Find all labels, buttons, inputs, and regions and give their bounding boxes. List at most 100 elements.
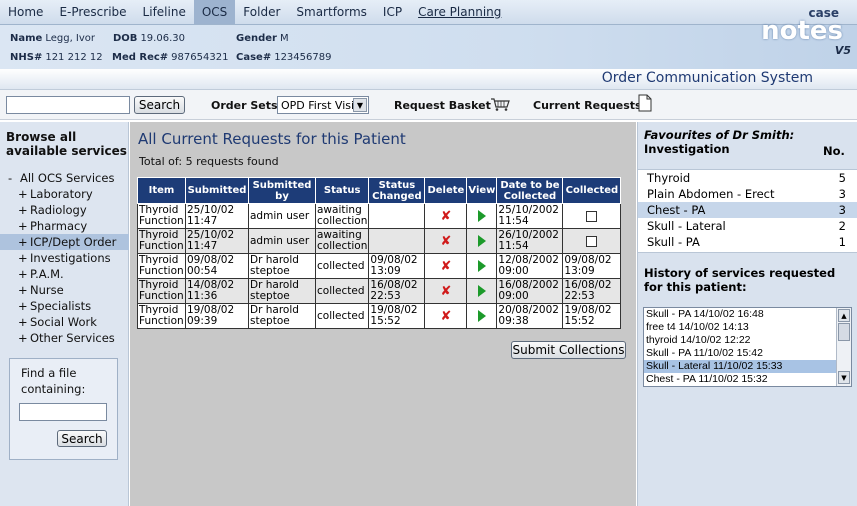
- browse-services-panel: Browse all available services - All OCS S…: [0, 122, 129, 506]
- nav-care-planning[interactable]: Care Planning: [410, 0, 509, 24]
- collected-checkbox[interactable]: [586, 235, 598, 247]
- col-submitted-by: Submitted by: [248, 177, 316, 204]
- tree-item-label: All OCS Services: [20, 171, 115, 185]
- favourite-item[interactable]: Thyroid 5: [638, 170, 857, 186]
- tree-item[interactable]: + Nurse: [0, 282, 129, 298]
- expand-icon[interactable]: +: [18, 282, 30, 298]
- nav-lifeline[interactable]: Lifeline: [135, 0, 194, 24]
- delete-icon[interactable]: ✘: [426, 235, 465, 248]
- request-basket-label[interactable]: Request Basket: [394, 99, 491, 112]
- view-arrow-icon[interactable]: [477, 235, 486, 247]
- history-item[interactable]: Skull - Lateral 11/10/02 15:33: [644, 360, 851, 373]
- view-arrow-icon[interactable]: [477, 260, 486, 272]
- cell-collected-line2: 15:52: [564, 315, 595, 327]
- tree-item[interactable]: + P.A.M.: [0, 266, 129, 282]
- cell-item-line2: Function: [139, 265, 184, 277]
- favourite-label: Plain Abdomen - Erect: [647, 187, 775, 201]
- collapse-icon[interactable]: -: [8, 170, 20, 186]
- order-sets-value: OPD First Visit: [281, 98, 359, 112]
- table-row: Thyroid Function 09/08/02 00:54 Dr harold ste…: [137, 253, 622, 279]
- nav-icp[interactable]: ICP: [375, 0, 410, 24]
- tree-item[interactable]: - All OCS Services: [0, 170, 129, 186]
- nav-smartforms[interactable]: Smartforms: [288, 0, 375, 24]
- favourite-item[interactable]: Skull - Lateral 2: [638, 218, 857, 234]
- cell-item: Thyroid Function: [137, 253, 186, 279]
- delete-icon[interactable]: ✘: [426, 260, 465, 273]
- view-arrow-icon[interactable]: [477, 310, 486, 322]
- cell-date-collected-line2: 09:38: [498, 315, 529, 327]
- expand-icon[interactable]: +: [18, 298, 30, 314]
- nav-ocs[interactable]: OCS: [193, 0, 236, 24]
- history-item[interactable]: Skull - PA 11/10/02 15:42: [644, 347, 851, 360]
- history-item[interactable]: Chest - PA 11/10/02 15:32: [644, 373, 851, 386]
- cell-date-collected: 16/08/2002 09:00: [496, 278, 564, 304]
- cell-item-line2: Function: [139, 290, 184, 302]
- history-listbox[interactable]: Skull - PA 14/10/02 16:48 free t4 14/10/0…: [643, 307, 852, 387]
- find-file-label: Find a file containing:: [21, 365, 85, 397]
- system-title-bar: Order Communication System: [0, 69, 857, 90]
- nav-folder[interactable]: Folder: [235, 0, 288, 24]
- page-title: All Current Requests for this Patient: [138, 130, 406, 148]
- collected-checkbox[interactable]: [586, 210, 598, 222]
- scroll-up-icon[interactable]: ▲: [838, 309, 850, 322]
- expand-icon[interactable]: +: [18, 218, 30, 234]
- expand-icon[interactable]: +: [18, 314, 30, 330]
- expand-icon[interactable]: +: [18, 202, 30, 218]
- cell-item-line2: Function: [139, 315, 184, 327]
- scroll-thumb[interactable]: [838, 323, 850, 341]
- expand-icon[interactable]: +: [18, 250, 30, 266]
- request-count: Total of: 5 requests found: [139, 155, 279, 168]
- search-input[interactable]: [6, 96, 130, 114]
- favourite-item[interactable]: Chest - PA 3: [638, 202, 857, 218]
- cell-collected: [562, 203, 622, 229]
- search-button[interactable]: Search: [134, 96, 185, 114]
- find-file-input[interactable]: [19, 403, 107, 421]
- document-icon[interactable]: [638, 94, 652, 112]
- nav-home[interactable]: Home: [0, 0, 51, 24]
- chevron-down-icon[interactable]: ▼: [353, 98, 367, 112]
- view-arrow-icon[interactable]: [477, 210, 486, 222]
- tree-item[interactable]: + Pharmacy: [0, 218, 129, 234]
- patient-dob: DOB 19.06.30: [113, 33, 185, 44]
- col-status-changed: Status Changed: [368, 177, 426, 204]
- tree-item[interactable]: + Radiology: [0, 202, 129, 218]
- current-requests-label[interactable]: Current Requests: [533, 99, 642, 112]
- tree-item[interactable]: + ICP/Dept Order: [0, 234, 129, 250]
- history-item[interactable]: thyroid 14/10/02 12:22: [644, 334, 851, 347]
- tree-item[interactable]: + Social Work: [0, 314, 129, 330]
- tree-item[interactable]: + Laboratory: [0, 186, 129, 202]
- cell-delete: ✘: [424, 253, 468, 279]
- find-file-label-line1: Find a file: [21, 366, 77, 380]
- view-arrow-icon[interactable]: [477, 285, 486, 297]
- order-sets-select[interactable]: OPD First Visit ▼: [277, 96, 369, 114]
- favourite-item[interactable]: Skull - PA 1: [638, 234, 857, 250]
- history-scrollbar[interactable]: ▲ ▼: [836, 308, 851, 386]
- tree-item-label: Other Services: [30, 331, 115, 345]
- tree-item-label: Radiology: [30, 203, 87, 217]
- delete-icon[interactable]: ✘: [426, 210, 465, 223]
- delete-icon[interactable]: ✘: [426, 285, 465, 298]
- history-item[interactable]: free t4 14/10/02 14:13: [644, 321, 851, 334]
- cell-view: [466, 303, 498, 329]
- expand-icon[interactable]: +: [18, 266, 30, 282]
- tree-item[interactable]: + Specialists: [0, 298, 129, 314]
- expand-icon[interactable]: +: [18, 330, 30, 346]
- history-heading-line2: for this patient:: [644, 280, 747, 294]
- tree-item[interactable]: + Other Services: [0, 330, 129, 346]
- delete-icon[interactable]: ✘: [426, 310, 465, 323]
- history-item[interactable]: Skull - PA 14/10/02 16:48: [644, 308, 851, 321]
- scroll-down-icon[interactable]: ▼: [838, 371, 850, 384]
- table-row: Thyroid Function 25/10/02 11:47 admin user aw…: [137, 228, 622, 254]
- expand-icon[interactable]: +: [18, 234, 30, 250]
- tree-item[interactable]: + Investigations: [0, 250, 129, 266]
- cell-status-changed-line2: 13:09: [370, 265, 401, 277]
- find-search-button[interactable]: Search: [57, 430, 107, 447]
- tree-item-label: Social Work: [30, 315, 97, 329]
- nav-e-prescribe[interactable]: E-Prescribe: [51, 0, 134, 24]
- submit-collections-button[interactable]: Submit Collections: [511, 341, 626, 359]
- favourite-item[interactable]: Plain Abdomen - Erect 3: [638, 186, 857, 202]
- find-file-box: Find a file containing: Search: [9, 358, 118, 460]
- basket-icon[interactable]: [490, 97, 510, 111]
- browse-heading: Browse all available services: [6, 130, 127, 158]
- expand-icon[interactable]: +: [18, 186, 30, 202]
